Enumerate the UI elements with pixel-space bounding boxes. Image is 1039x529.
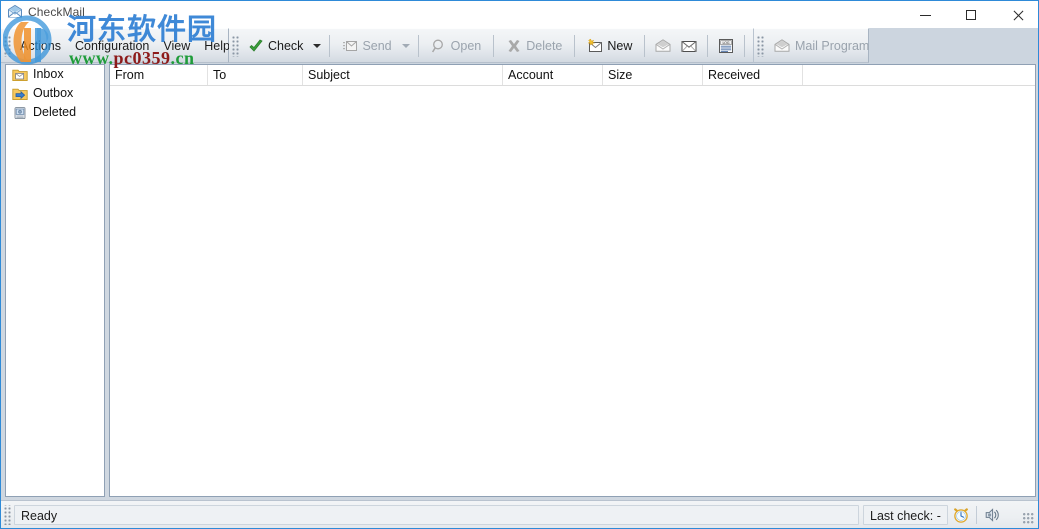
delete-button-label: Delete [526,38,563,53]
closed-envelope-icon [680,38,698,54]
green-check-icon [248,38,264,54]
open-envelope-icon [654,38,672,54]
toolbar-grip-icon[interactable] [3,34,11,57]
toolbar-separator [329,34,331,57]
toolbar-separator [707,34,709,57]
menu-item-view[interactable]: View [156,36,197,56]
message-list-header: From To Subject Account Size Received [110,65,1035,86]
toolbar-separator [744,34,746,57]
statusbar-grip-icon[interactable] [3,504,11,525]
alarm-clock-icon [952,506,970,524]
sound-toggle-button[interactable] [979,504,1005,526]
new-button-label: New [607,38,633,53]
folder-outbox-icon [12,87,28,101]
window-controls [902,1,1038,29]
message-list-pane: From To Subject Account Size Received [109,64,1036,497]
open-button-label: Open [450,38,482,53]
sidebar-item-outbox[interactable]: Outbox [6,84,104,103]
maximize-icon [966,10,976,20]
toolbar-separator [574,34,576,57]
mail-program-button[interactable]: Mail Program [766,33,876,59]
toolbar-separator [644,34,646,57]
closed-envelope-button[interactable] [676,33,702,59]
speaker-icon [983,506,1001,524]
minimize-icon [919,14,931,16]
envelope-icon [7,4,23,20]
folder-inbox-icon [12,68,28,82]
status-text: Ready [14,504,859,525]
send-mail-icon [342,38,358,54]
message-list-rows[interactable] [110,86,1035,496]
open-button[interactable]: Open [424,33,489,59]
new-button[interactable]: New [580,33,639,59]
statusbar: Ready Last check: - [1,500,1038,528]
titlebar-left: CheckMail [7,4,85,20]
column-header-received[interactable]: Received [703,65,803,85]
x-delete-icon [506,38,522,54]
delete-button[interactable]: Delete [499,33,569,59]
statusbar-separator [975,505,977,524]
toolbar-strip: Actions Configuration View Help Check Se… [1,28,1038,64]
menu-toolbar-band: Actions Configuration View Help [1,28,230,63]
toolbar-grip-icon[interactable] [756,34,764,57]
log-icon: LOG [717,38,735,54]
mail-program-toolbar-band: Mail Program [753,28,869,63]
toolbar-grip-icon[interactable] [231,34,239,57]
check-button-label: Check [268,38,304,53]
sidebar-item-inbox[interactable]: Inbox [6,65,104,84]
menu-item-configuration[interactable]: Configuration [68,36,156,56]
toolbar-separator [417,34,419,57]
send-button[interactable]: Send [335,33,398,59]
check-dropdown-arrow[interactable] [310,33,324,59]
column-header-to[interactable]: To [208,65,303,85]
close-icon [1012,10,1023,21]
column-header-account[interactable]: Account [503,65,603,85]
new-mail-icon [587,38,603,54]
send-dropdown-arrow[interactable] [399,33,413,59]
close-button[interactable] [994,1,1038,29]
menubar: Actions Configuration View Help [13,29,237,62]
titlebar: CheckMail [1,0,1038,29]
maximize-button[interactable] [948,1,994,29]
resize-grip-icon[interactable] [1023,513,1035,525]
menu-item-actions[interactable]: Actions [13,36,68,56]
toolbar-separator [493,34,495,57]
send-button-label: Send [362,38,392,53]
column-header-from[interactable]: From [110,65,208,85]
folder-deleted-icon [12,106,28,120]
column-header-filler[interactable] [803,65,1035,85]
open-envelope-icon [773,38,791,54]
sidebar-item-label: Deleted [33,105,77,119]
open-envelope-button[interactable] [650,33,676,59]
check-button[interactable]: Check [241,33,310,59]
column-header-size[interactable]: Size [603,65,703,85]
checkmail-window: CheckMail Actions Configuration View Hel… [0,0,1039,529]
sidebar-item-deleted[interactable]: Deleted [6,103,104,122]
mail-program-label: Mail Program [795,38,870,53]
last-check-label: Last check: - [863,504,948,525]
magnifier-icon [431,38,447,54]
column-header-subject[interactable]: Subject [303,65,503,85]
folder-tree-pane: Inbox Outbox Deleted [5,64,105,497]
minimize-button[interactable] [902,1,948,29]
svg-text:LOG: LOG [723,41,730,45]
window-title: CheckMail [28,5,85,19]
sidebar-item-label: Inbox [33,67,64,81]
sidebar-item-label: Outbox [33,86,74,100]
log-button[interactable]: LOG [713,33,739,59]
alarm-clock-button[interactable] [948,504,974,526]
